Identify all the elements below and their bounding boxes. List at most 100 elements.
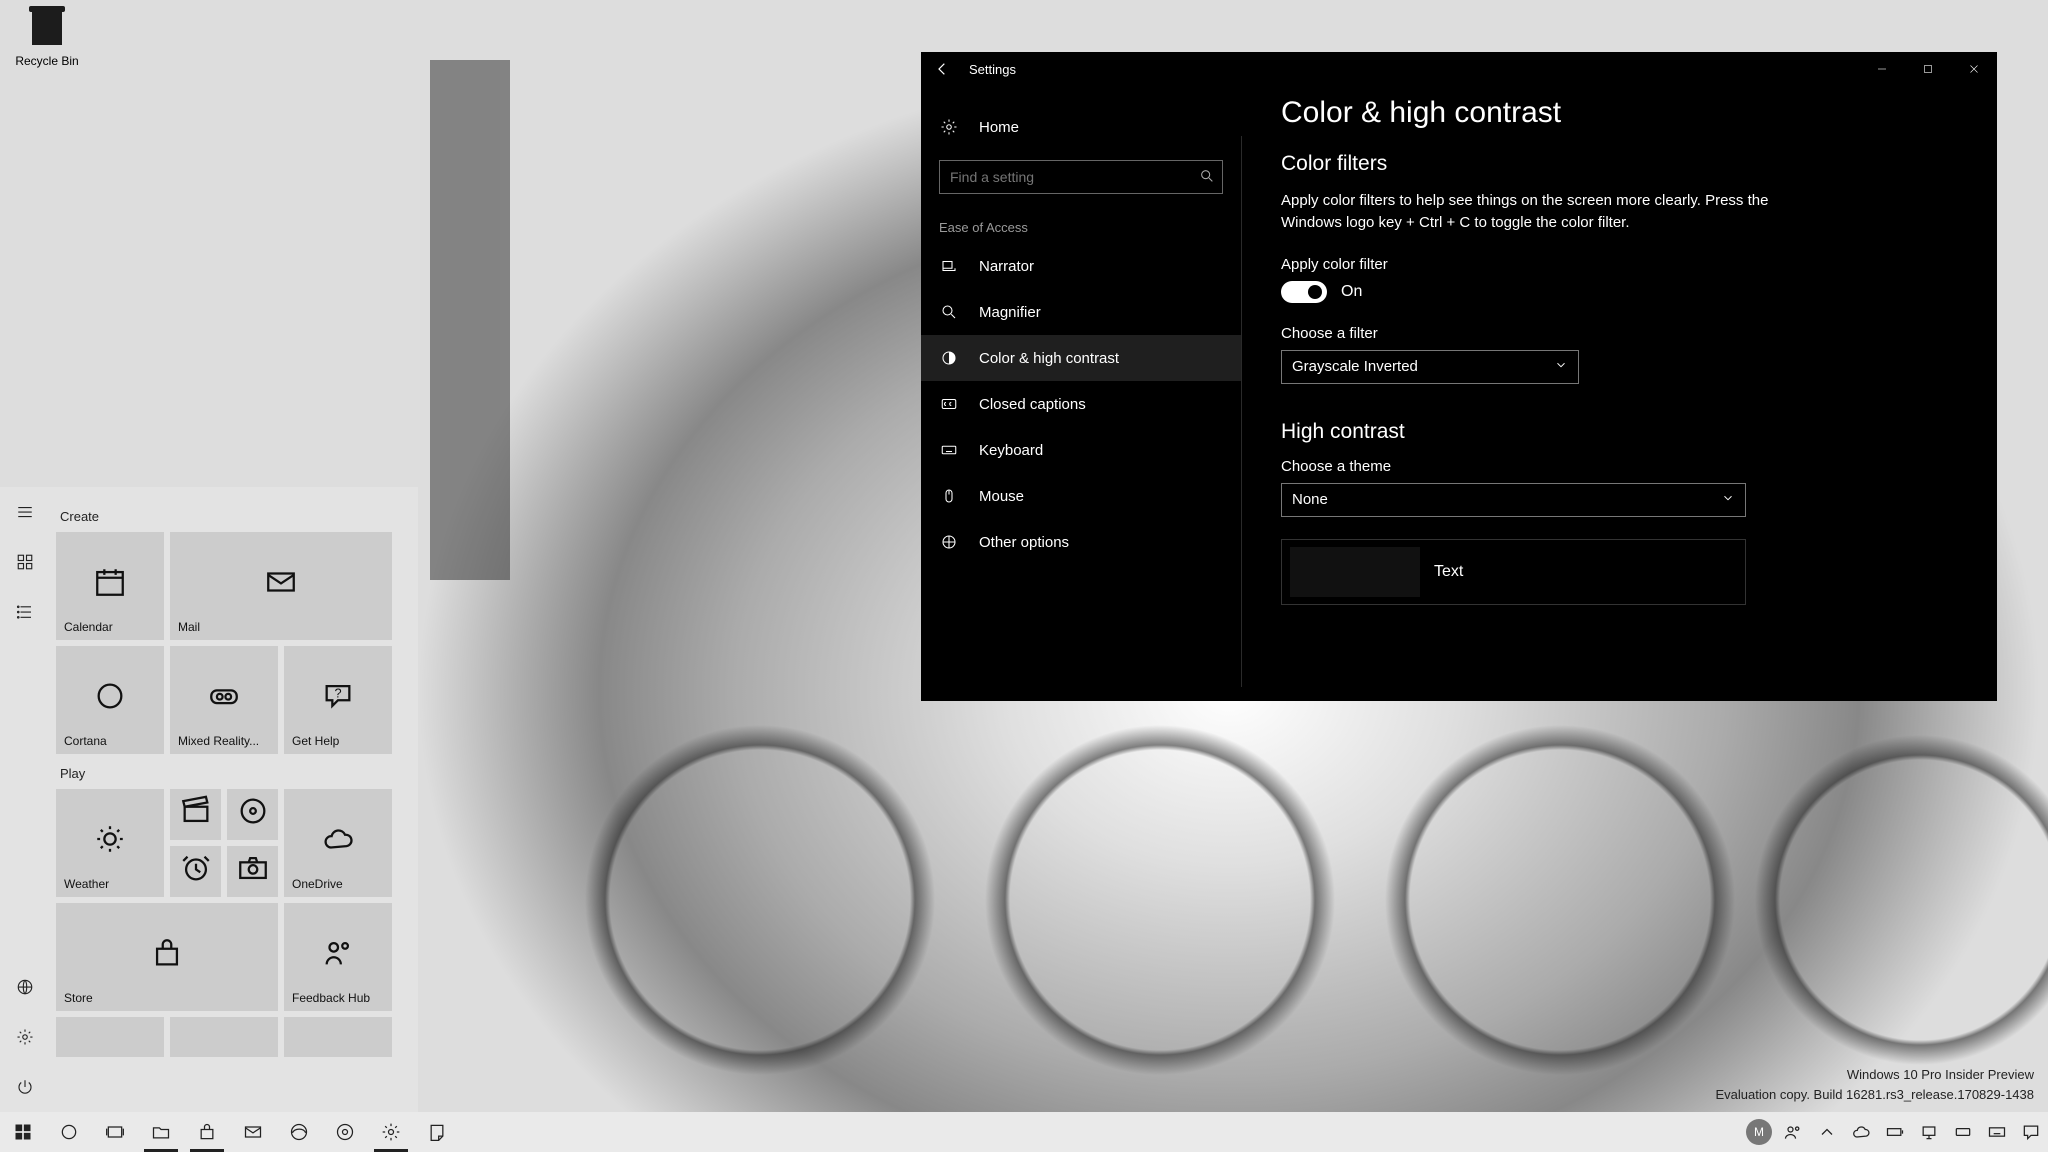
svg-text:?: ? — [334, 685, 341, 700]
tile-group-play[interactable]: Play — [60, 766, 406, 781]
sidebar-item-color-high-contrast[interactable]: Color & high contrast — [921, 335, 1241, 381]
theme-preview: Text — [1281, 539, 1746, 605]
start-rail — [0, 487, 50, 1112]
sidebar-item-label: Color & high contrast — [979, 350, 1119, 367]
tile-cortana[interactable]: Cortana — [56, 646, 164, 754]
apply-filter-toggle[interactable] — [1281, 281, 1327, 303]
tile-partial-3[interactable] — [284, 1017, 392, 1057]
titlebar[interactable]: Settings — [921, 52, 1997, 86]
captions-icon — [939, 395, 959, 413]
alarm-icon — [179, 851, 213, 893]
back-button[interactable] — [921, 52, 965, 86]
start-menu: Create Calendar Mail Cortana Mixed Reali… — [0, 487, 418, 1112]
photos-button[interactable] — [322, 1112, 368, 1152]
sidebar-item-other-options[interactable]: Other options — [921, 519, 1241, 565]
cortana-search-button[interactable] — [46, 1112, 92, 1152]
tile-onedrive[interactable]: OneDrive — [284, 789, 392, 897]
task-view-button[interactable] — [92, 1112, 138, 1152]
tray-battery-icon[interactable] — [1878, 1112, 1912, 1152]
file-explorer-button[interactable] — [138, 1112, 184, 1152]
contrast-icon — [939, 349, 959, 367]
tile-partial-2[interactable] — [170, 1017, 278, 1057]
cortana-icon — [93, 679, 127, 721]
start-button[interactable] — [0, 1112, 46, 1152]
settings-sidebar: Home Ease of Access Narrator Magnifier C… — [921, 86, 1241, 701]
gear-icon — [939, 118, 959, 136]
preview-text: Text — [1434, 563, 1463, 581]
tile-feedback-hub[interactable]: Feedback Hub — [284, 903, 392, 1011]
recycle-bin-label: Recycle Bin — [12, 54, 82, 68]
chevron-down-icon — [1554, 358, 1568, 376]
tray-input-indicator[interactable] — [1946, 1112, 1980, 1152]
tile-label: Feedback Hub — [292, 991, 370, 1005]
tile-label: Get Help — [292, 734, 339, 748]
tile-partial-1[interactable] — [56, 1017, 164, 1057]
settings-button[interactable] — [368, 1112, 414, 1152]
tile-label: Calendar — [64, 620, 113, 634]
tile-camera[interactable] — [227, 846, 278, 897]
tile-groove[interactable] — [227, 789, 278, 840]
tile-label: Store — [64, 991, 93, 1005]
sidebar-item-keyboard[interactable]: Keyboard — [921, 427, 1241, 473]
sidebar-item-closed-captions[interactable]: Closed captions — [921, 381, 1241, 427]
sidebar-item-label: Keyboard — [979, 442, 1043, 459]
edge-button[interactable] — [276, 1112, 322, 1152]
calendar-icon — [93, 565, 127, 607]
hamburger-icon[interactable] — [0, 487, 50, 537]
choose-theme-label: Choose a theme — [1281, 458, 1977, 475]
sticky-notes-button[interactable] — [414, 1112, 460, 1152]
settings-gear-icon[interactable] — [0, 1012, 50, 1062]
tile-label: Mail — [178, 620, 200, 634]
recycle-bin-desktop-icon[interactable]: Recycle Bin — [12, 6, 82, 68]
color-filters-description: Apply color filters to help see things o… — [1281, 190, 1821, 234]
tile-store[interactable]: Store — [56, 903, 278, 1011]
sidebar-item-label: Closed captions — [979, 396, 1086, 413]
store-button[interactable] — [184, 1112, 230, 1152]
settings-content: Color & high contrast Color filters Appl… — [1241, 86, 1997, 701]
sidebar-item-narrator[interactable]: Narrator — [921, 243, 1241, 289]
people-button[interactable] — [1776, 1112, 1810, 1152]
theme-select[interactable]: None — [1281, 483, 1746, 517]
close-button[interactable] — [1951, 52, 1997, 86]
tile-group-create[interactable]: Create — [60, 509, 406, 524]
tray-touch-keyboard-icon[interactable] — [1980, 1112, 2014, 1152]
tray-chevron-up-icon[interactable] — [1810, 1112, 1844, 1152]
sidebar-item-magnifier[interactable]: Magnifier — [921, 289, 1241, 335]
page-title: Color & high contrast — [1281, 96, 1977, 130]
network-globe-icon[interactable] — [0, 962, 50, 1012]
minimize-button[interactable] — [1859, 52, 1905, 86]
tile-calendar[interactable]: Calendar — [56, 532, 164, 640]
power-icon[interactable] — [0, 1062, 50, 1112]
tile-get-help[interactable]: ? Get Help — [284, 646, 392, 754]
pinned-tiles-icon[interactable] — [0, 537, 50, 587]
user-avatar[interactable]: M — [1742, 1112, 1776, 1152]
sidebar-item-label: Mouse — [979, 488, 1024, 505]
mail-button[interactable] — [230, 1112, 276, 1152]
toggle-state: On — [1341, 283, 1362, 301]
tile-label: OneDrive — [292, 877, 343, 891]
tile-mail[interactable]: Mail — [170, 532, 392, 640]
headset-icon — [207, 679, 241, 721]
tile-mixed-reality[interactable]: Mixed Reality... — [170, 646, 278, 754]
keyboard-icon — [939, 441, 959, 459]
get-help-icon: ? — [321, 679, 355, 721]
filter-select[interactable]: Grayscale Inverted — [1281, 350, 1579, 384]
settings-window: Settings Home Ease of Access Narrator — [921, 52, 1997, 701]
tray-onedrive-icon[interactable] — [1844, 1112, 1878, 1152]
tile-movies[interactable] — [170, 789, 221, 840]
search-input[interactable] — [939, 160, 1223, 194]
all-apps-list-icon[interactable] — [0, 587, 50, 637]
tile-weather[interactable]: Weather — [56, 789, 164, 897]
tile-alarms[interactable] — [170, 846, 221, 897]
sidebar-home-label: Home — [979, 119, 1019, 136]
action-center-button[interactable] — [2014, 1112, 2048, 1152]
watermark-line1: Windows 10 Pro Insider Preview — [1716, 1065, 2035, 1085]
choose-filter-label: Choose a filter — [1281, 325, 1977, 342]
mail-icon — [264, 565, 298, 607]
filter-select-value: Grayscale Inverted — [1292, 358, 1418, 375]
sidebar-home[interactable]: Home — [921, 104, 1241, 150]
sidebar-item-label: Other options — [979, 534, 1069, 551]
tray-network-icon[interactable] — [1912, 1112, 1946, 1152]
sidebar-item-mouse[interactable]: Mouse — [921, 473, 1241, 519]
maximize-button[interactable] — [1905, 52, 1951, 86]
